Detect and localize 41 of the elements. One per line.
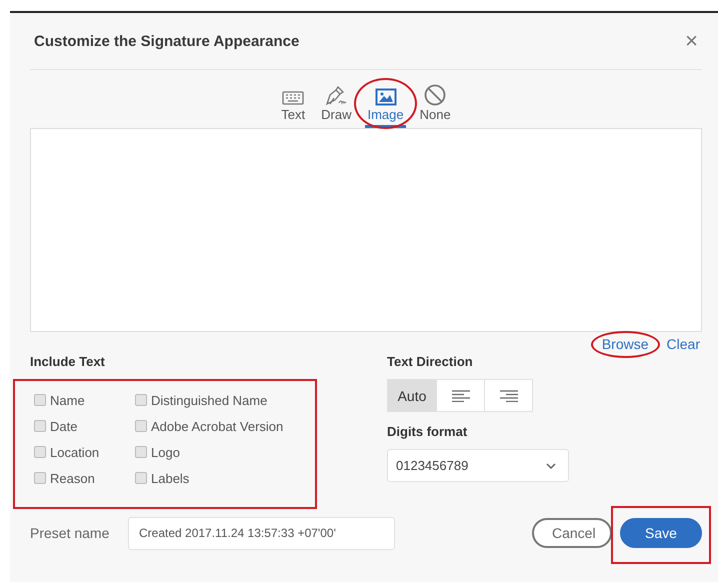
- checkbox[interactable]: [135, 420, 147, 432]
- checkbox[interactable]: [135, 446, 147, 458]
- dialog-button[interactable]: Save: [620, 518, 702, 548]
- tab[interactable]: Text: [279, 80, 308, 128]
- field-label: Preset name: [30, 525, 110, 541]
- section-heading: Digits format: [387, 424, 468, 439]
- section-heading: Include Text: [30, 354, 106, 369]
- checkbox-label: Location: [50, 444, 100, 460]
- digits-format-dropdown[interactable]: 0123456789: [387, 449, 569, 482]
- chevron-down-icon: [546, 462, 556, 468]
- checkbox-label: Date: [50, 418, 78, 434]
- checkbox-label: Adobe Acrobat Version: [151, 418, 284, 434]
- checkbox-label: Logo: [151, 444, 180, 460]
- tab[interactable]: None: [418, 80, 453, 128]
- keyboard-icon: [282, 90, 304, 106]
- direction-button[interactable]: [436, 380, 484, 411]
- dialog-button[interactable]: Cancel: [532, 518, 612, 548]
- dialog-title: Customize the Signature Appearance: [34, 32, 300, 50]
- checkbox[interactable]: [34, 446, 46, 458]
- checkbox-label: Labels: [151, 470, 190, 486]
- checkbox-label: Reason: [50, 470, 95, 486]
- image-icon: [374, 88, 397, 106]
- prohibited-icon: [424, 84, 446, 106]
- pen-icon: [324, 86, 348, 106]
- close-button[interactable]: ×: [681, 28, 702, 54]
- align-right-icon: [500, 390, 518, 402]
- link[interactable]: Browse: [600, 336, 651, 352]
- align-left-icon: [452, 390, 470, 402]
- checkbox[interactable]: [135, 472, 147, 484]
- checkbox[interactable]: [34, 420, 46, 432]
- checkbox-label: Distinguished Name: [151, 392, 268, 408]
- preset-name-field[interactable]: Created 2017.11.24 13:57:33 +07'00': [128, 516, 395, 550]
- link[interactable]: Clear: [664, 336, 702, 352]
- direction-button[interactable]: Auto: [388, 380, 436, 411]
- tab[interactable]: Draw: [319, 80, 354, 128]
- direction-button[interactable]: [484, 380, 532, 411]
- checkbox-label: Name: [50, 392, 85, 408]
- checkbox[interactable]: [34, 472, 46, 484]
- checkbox[interactable]: [34, 394, 46, 406]
- checkbox[interactable]: [135, 394, 147, 406]
- section-heading: Text Direction: [387, 354, 474, 369]
